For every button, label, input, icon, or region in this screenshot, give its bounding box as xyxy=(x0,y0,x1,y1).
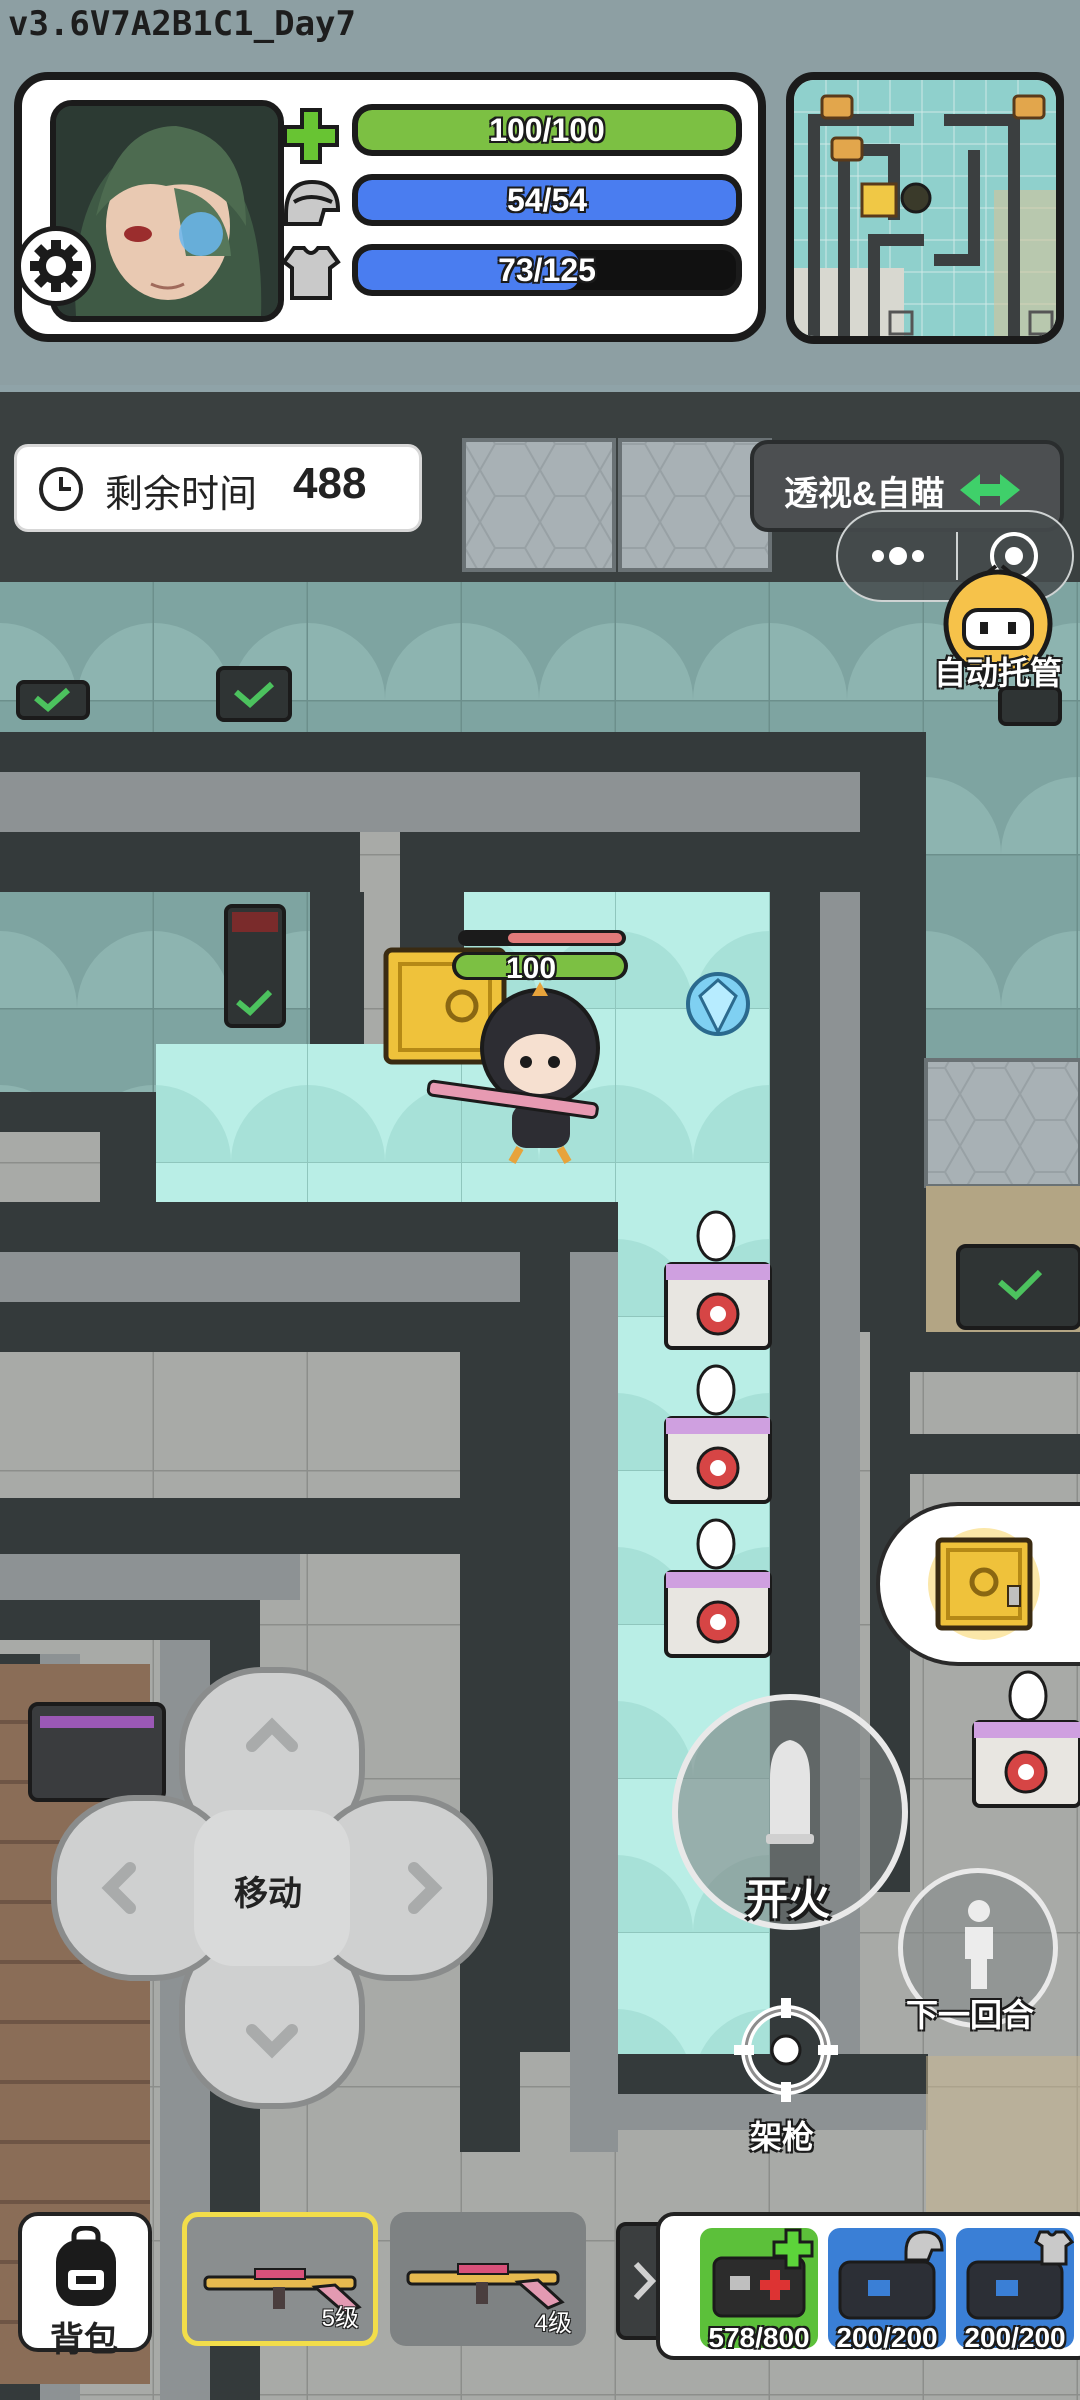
item-slot-helmet-repair[interactable]: 200/200 xyxy=(828,2228,946,2353)
helmet-icon xyxy=(280,176,342,234)
fire-label: 开火 xyxy=(746,1876,831,1923)
helmet-value: 54/54 xyxy=(506,182,588,218)
gear-icon xyxy=(30,240,82,292)
auto-manage-label: 自动托管 xyxy=(934,655,1063,691)
backpack-button[interactable]: 背包 xyxy=(18,2212,152,2359)
safe-icon xyxy=(928,1528,1040,1640)
looted-locker[interactable] xyxy=(224,904,286,1028)
looted-crate[interactable] xyxy=(16,680,90,720)
health-bar: 100/100 xyxy=(352,104,742,156)
person-icon xyxy=(965,1900,993,1989)
backpack-icon xyxy=(56,2226,116,2306)
top-header: v3.6V7A2B1C1_Day7 100/100 54/54 73/125 xyxy=(0,0,1080,385)
aim-button[interactable] xyxy=(730,1994,842,2106)
weapon-level: 5级 xyxy=(321,2305,359,2332)
remaining-time-label: 剩余时间 xyxy=(105,474,258,516)
helmet-durability-bar: 54/54 xyxy=(352,174,742,226)
looted-crate[interactable] xyxy=(216,666,292,722)
crosshair-icon xyxy=(734,1998,838,2102)
item-slot-armor-repair[interactable]: 200/200 xyxy=(956,2228,1075,2353)
remaining-time-value: 488 xyxy=(293,459,367,508)
weapon-slot-secondary[interactable]: 4级 xyxy=(390,2212,586,2346)
settings-button[interactable] xyxy=(16,226,96,306)
player-status-panel: 100/100 54/54 73/125 xyxy=(14,72,766,342)
armor-repair-count: 200/200 xyxy=(964,2322,1066,2353)
player-hp-text: 100 xyxy=(506,952,557,985)
minimap-safe-icon xyxy=(860,182,898,218)
aim-label: 架枪 xyxy=(750,2119,815,2155)
armor-value: 73/125 xyxy=(498,252,596,288)
consumables-tray: 578/800 200/200 200/200 xyxy=(656,2212,1080,2360)
remaining-time-panel: 剩余时间 488 xyxy=(14,444,422,532)
medkit-count: 578/800 xyxy=(708,2322,810,2353)
version-label: v3.6V7A2B1C1_Day7 xyxy=(8,4,356,44)
weapon-level: 4级 xyxy=(534,2310,572,2337)
bullet-icon xyxy=(766,1740,814,1844)
green-plus-icon xyxy=(280,106,342,164)
rifle-icon xyxy=(406,2263,565,2310)
health-value: 100/100 xyxy=(489,112,605,148)
play-arrow-icon xyxy=(960,474,1020,506)
backpack-label: 背包 xyxy=(50,2321,118,2359)
body-armor-icon xyxy=(280,244,342,302)
medkit-icon xyxy=(712,2228,814,2318)
helmet-repair-bag-icon xyxy=(838,2230,944,2320)
crystal-pickup[interactable] xyxy=(686,972,750,1036)
helmet-repair-count: 200/200 xyxy=(836,2322,938,2353)
next-round-label: 下一回合 xyxy=(906,1997,1035,2033)
minimap-player-marker xyxy=(900,182,932,214)
xray-autoaim-label: 透视&自瞄 xyxy=(784,475,945,513)
clock-icon xyxy=(39,467,83,511)
armor-durability-bar: 73/125 xyxy=(352,244,742,296)
looted-crate[interactable] xyxy=(956,1244,1080,1330)
armor-repair-bag-icon xyxy=(966,2230,1075,2320)
safe-interact-button[interactable] xyxy=(876,1502,1080,1666)
move-label: 移动 xyxy=(234,1875,302,1913)
minimap[interactable] xyxy=(786,72,1064,344)
item-slot-medkit[interactable]: 578/800 xyxy=(700,2228,818,2353)
weapon-slot-primary[interactable]: 5级 xyxy=(182,2212,378,2346)
